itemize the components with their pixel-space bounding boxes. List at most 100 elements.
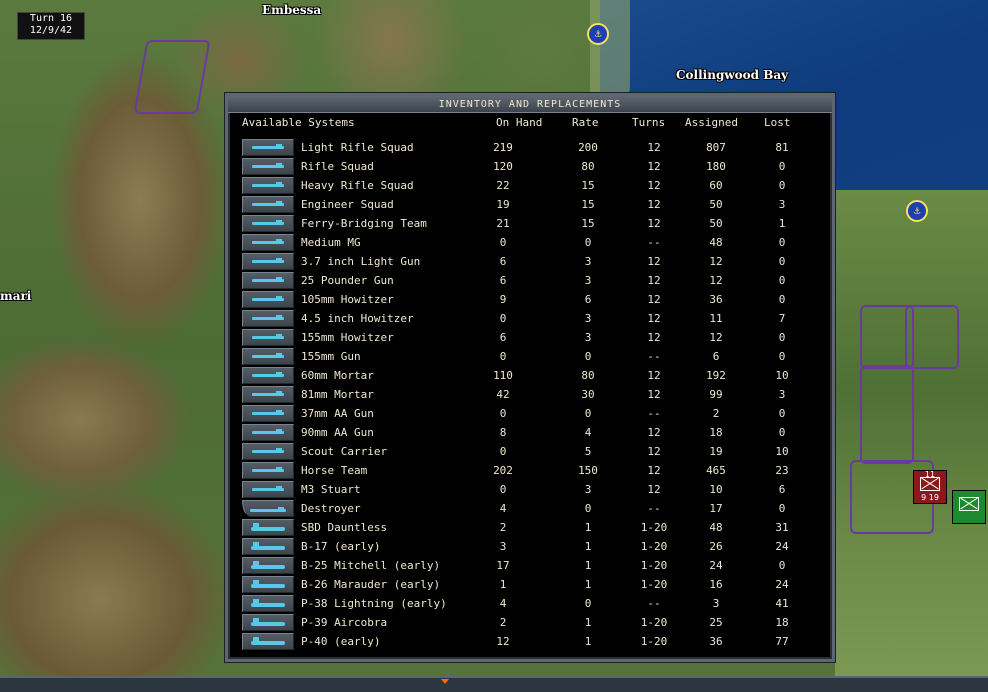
equipment-button[interactable] <box>242 196 294 213</box>
rate-value: 3 <box>584 312 592 325</box>
equipment-button[interactable] <box>242 538 294 555</box>
on-hand-value: 0 <box>499 312 507 325</box>
system-name: SBD Dauntless <box>301 521 388 534</box>
assigned-value: 36 <box>709 635 723 648</box>
lost-value: 6 <box>778 483 786 496</box>
rate-value: 1 <box>584 616 592 629</box>
equipment-button[interactable] <box>242 595 294 612</box>
assigned-value: 26 <box>709 540 723 553</box>
rate-value: 1 <box>584 521 592 534</box>
equipment-button[interactable] <box>242 215 294 232</box>
equipment-button[interactable] <box>242 614 294 631</box>
system-name: Rifle Squad <box>301 160 374 173</box>
carrier-icon <box>252 448 284 453</box>
lost-value: 7 <box>778 312 786 325</box>
turns-value: 12 <box>647 141 661 154</box>
system-name: P-39 Aircobra <box>301 616 388 629</box>
on-hand-value: 219 <box>493 141 513 154</box>
equipment-button[interactable] <box>242 158 294 175</box>
mortar-icon <box>252 391 284 396</box>
on-hand-value: 8 <box>499 426 507 439</box>
unit-strength: 9 19 <box>921 493 939 502</box>
equipment-button[interactable] <box>242 329 294 346</box>
rate-value: 15 <box>581 217 595 230</box>
turns-value: 1-20 <box>640 559 668 572</box>
assigned-value: 12 <box>709 331 723 344</box>
scroll-marker-icon[interactable] <box>441 679 449 684</box>
port-anchor-icon[interactable]: ⚓ <box>587 23 609 45</box>
system-name: Horse Team <box>301 464 368 477</box>
rate-value: 0 <box>584 502 592 515</box>
on-hand-value: 19 <box>496 198 510 211</box>
aircraft-icon <box>251 542 285 550</box>
rate-value: 3 <box>584 274 592 287</box>
equipment-button[interactable] <box>242 310 294 327</box>
turns-value: 12 <box>647 274 661 287</box>
equipment-button[interactable] <box>242 576 294 593</box>
on-hand-value: 3 <box>499 540 507 553</box>
howitzer-icon <box>252 315 284 320</box>
rifle-icon <box>252 144 284 149</box>
equipment-button[interactable] <box>242 481 294 498</box>
equipment-button[interactable] <box>242 500 294 517</box>
rate-value: 0 <box>584 407 592 420</box>
equipment-button[interactable] <box>242 519 294 536</box>
aa-gun-icon <box>252 410 284 415</box>
table-row[interactable]: P-40 (early) 12 1 1-20 36 77 <box>228 633 832 657</box>
equipment-button[interactable] <box>242 348 294 365</box>
aircraft-icon <box>251 561 285 569</box>
rifle-icon <box>252 163 284 168</box>
lost-value: 3 <box>778 388 786 401</box>
on-hand-value: 0 <box>499 445 507 458</box>
system-name: B-26 Marauder (early) <box>301 578 441 591</box>
equipment-button[interactable] <box>242 405 294 422</box>
assigned-value: 24 <box>709 559 723 572</box>
system-name: 60mm Mortar <box>301 369 374 382</box>
column-header-on-hand: On Hand <box>496 116 543 129</box>
on-hand-value: 2 <box>499 521 507 534</box>
system-name: Medium MG <box>301 236 361 249</box>
unit-counter[interactable] <box>952 490 986 524</box>
system-name: 81mm Mortar <box>301 388 374 401</box>
lost-value: 24 <box>775 540 789 553</box>
assigned-value: 25 <box>709 616 723 629</box>
equipment-button[interactable] <box>242 291 294 308</box>
system-name: 90mm AA Gun <box>301 426 374 439</box>
lost-value: 0 <box>778 350 786 363</box>
lost-value: 0 <box>778 274 786 287</box>
rate-value: 30 <box>581 388 595 401</box>
lost-value: 0 <box>778 502 786 515</box>
equipment-button[interactable] <box>242 424 294 441</box>
assigned-value: 48 <box>709 521 723 534</box>
assigned-value: 11 <box>709 312 723 325</box>
equipment-button[interactable] <box>242 557 294 574</box>
equipment-button[interactable] <box>242 177 294 194</box>
assigned-value: 36 <box>709 293 723 306</box>
equipment-button[interactable] <box>242 443 294 460</box>
port-anchor-icon[interactable]: ⚓ <box>906 200 928 222</box>
howitzer-icon <box>252 296 284 301</box>
assigned-value: 18 <box>709 426 723 439</box>
on-hand-value: 0 <box>499 350 507 363</box>
turns-value: 12 <box>647 388 661 401</box>
place-label-collingwood-bay: Collingwood Bay <box>676 68 789 82</box>
equipment-button[interactable] <box>242 386 294 403</box>
turns-value: 1-20 <box>640 578 668 591</box>
assigned-value: 16 <box>709 578 723 591</box>
gun-icon <box>252 353 284 358</box>
lost-value: 0 <box>778 426 786 439</box>
equipment-button[interactable] <box>242 633 294 650</box>
equipment-button[interactable] <box>242 139 294 156</box>
on-hand-value: 21 <box>496 217 510 230</box>
rifle-icon <box>252 201 284 206</box>
lost-value: 0 <box>778 255 786 268</box>
unit-counter[interactable]: 11 9 19 <box>913 470 947 504</box>
rate-value: 6 <box>584 293 592 306</box>
equipment-button[interactable] <box>242 253 294 270</box>
on-hand-value: 42 <box>496 388 510 401</box>
equipment-button[interactable] <box>242 462 294 479</box>
rate-value: 3 <box>584 255 592 268</box>
equipment-button[interactable] <box>242 367 294 384</box>
equipment-button[interactable] <box>242 234 294 251</box>
equipment-button[interactable] <box>242 272 294 289</box>
